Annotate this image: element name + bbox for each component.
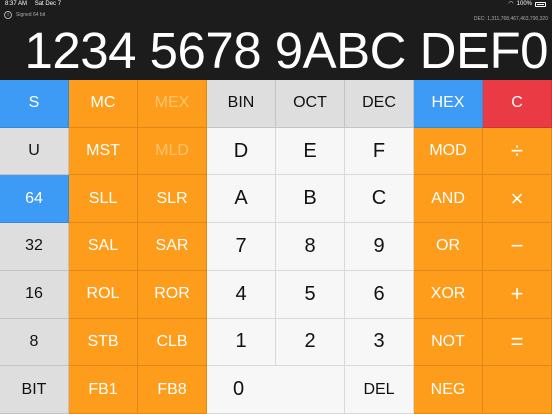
- digit-3-key[interactable]: 3: [345, 318, 414, 367]
- and-key[interactable]: AND: [414, 175, 483, 224]
- display-panel: i Signed 64 bit DEC: 1,311,768,467,463,7…: [0, 9, 552, 80]
- digit-d-key[interactable]: D: [207, 127, 276, 176]
- mod-key[interactable]: MOD: [414, 127, 483, 176]
- digit-8-key[interactable]: 8: [276, 223, 345, 271]
- divide-key[interactable]: ÷: [483, 127, 552, 176]
- delete-key[interactable]: DEL: [345, 366, 414, 414]
- digit-4-key[interactable]: 4: [207, 270, 276, 319]
- 8-bit-key[interactable]: 8: [0, 318, 69, 367]
- sal-key[interactable]: SAL: [69, 223, 138, 271]
- or-key[interactable]: OR: [414, 223, 483, 271]
- subtract-key[interactable]: −: [483, 223, 552, 271]
- unsigned-key[interactable]: U: [0, 127, 69, 176]
- mst-key[interactable]: MST: [69, 127, 138, 176]
- wifi-icon: ◠: [508, 1, 514, 7]
- digit-a-key[interactable]: A: [207, 175, 276, 224]
- info-icon[interactable]: i: [4, 11, 12, 19]
- multiply-key[interactable]: ×: [483, 175, 552, 224]
- digit-6-key[interactable]: 6: [345, 270, 414, 319]
- keypad: S MC MEX BIN OCT DEC HEX C U MST MLD D E…: [0, 80, 552, 414]
- signed-mode-label: Signed 64 bit: [16, 12, 46, 18]
- 64-bit-key[interactable]: 64: [0, 175, 69, 224]
- digit-0-key[interactable]: 0: [207, 366, 345, 414]
- battery-percent: 100%: [516, 1, 532, 7]
- xor-key[interactable]: XOR: [414, 270, 483, 319]
- empty-key: [483, 366, 552, 414]
- digit-c-key[interactable]: C: [345, 175, 414, 224]
- slr-key[interactable]: SLR: [138, 175, 207, 224]
- digit-e-key[interactable]: E: [276, 127, 345, 176]
- fb8-key[interactable]: FB8: [138, 366, 207, 414]
- signed-key[interactable]: S: [0, 80, 69, 128]
- digit-1-key[interactable]: 1: [207, 318, 276, 367]
- add-key[interactable]: +: [483, 270, 552, 319]
- clb-key[interactable]: CLB: [138, 318, 207, 367]
- digit-2-key[interactable]: 2: [276, 318, 345, 367]
- digit-b-key[interactable]: B: [276, 175, 345, 224]
- status-right: ◠ 100%: [508, 0, 546, 9]
- status-left: 8:37 AM Sat Dec 7: [5, 0, 67, 9]
- hex-key[interactable]: HEX: [414, 80, 483, 128]
- ror-key[interactable]: ROR: [138, 270, 207, 319]
- mc-key[interactable]: MC: [69, 80, 138, 128]
- fb1-key[interactable]: FB1: [69, 366, 138, 414]
- oct-key[interactable]: OCT: [276, 80, 345, 128]
- status-date: Sat Dec 7: [34, 1, 62, 7]
- status-bar: 8:37 AM Sat Dec 7 ◠ 100%: [0, 0, 552, 9]
- battery-icon: [535, 2, 546, 7]
- 16-bit-key[interactable]: 16: [0, 270, 69, 319]
- mex-key[interactable]: MEX: [138, 80, 207, 128]
- mld-key[interactable]: MLD: [138, 127, 207, 176]
- stb-key[interactable]: STB: [69, 318, 138, 367]
- 32-bit-key[interactable]: 32: [0, 223, 69, 271]
- digit-9-key[interactable]: 9: [345, 223, 414, 271]
- dec-key[interactable]: DEC: [345, 80, 414, 128]
- rol-key[interactable]: ROL: [69, 270, 138, 319]
- bin-key[interactable]: BIN: [207, 80, 276, 128]
- main-value-display: 1234 5678 9ABC DEF0: [24, 22, 548, 79]
- digit-f-key[interactable]: F: [345, 127, 414, 176]
- equals-key[interactable]: =: [483, 318, 552, 367]
- bit-key[interactable]: BIT: [0, 366, 69, 414]
- digit-7-key[interactable]: 7: [207, 223, 276, 271]
- sll-key[interactable]: SLL: [69, 175, 138, 224]
- clear-key[interactable]: C: [483, 80, 552, 128]
- digit-5-key[interactable]: 5: [276, 270, 345, 319]
- sar-key[interactable]: SAR: [138, 223, 207, 271]
- status-time: 8:37 AM: [5, 1, 28, 7]
- not-key[interactable]: NOT: [414, 318, 483, 367]
- neg-key[interactable]: NEG: [414, 366, 483, 414]
